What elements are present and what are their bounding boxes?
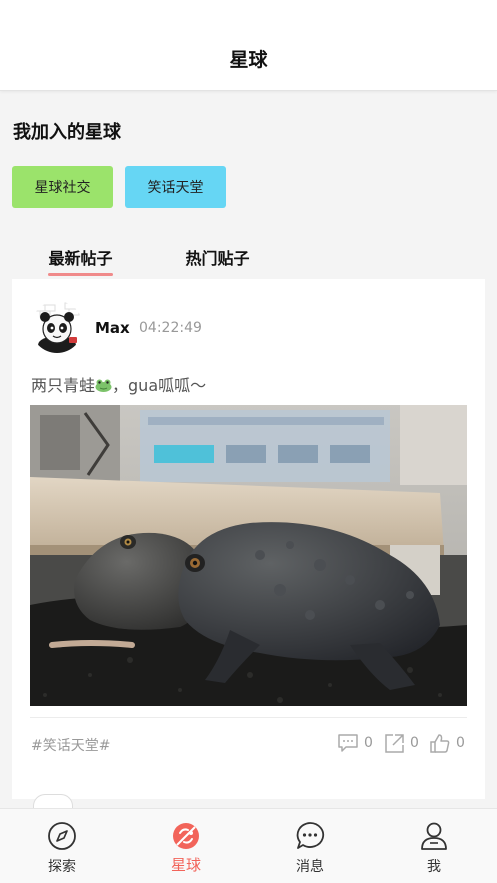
frog-emoji-icon bbox=[95, 377, 112, 392]
tab-hot-posts[interactable]: 热门贴子 bbox=[184, 245, 251, 269]
compass-icon bbox=[48, 822, 76, 850]
post-card[interactable]: Max 04:22:49 两只青蛙 ，gua呱呱～ #笑话天堂# 0 0 0 bbox=[12, 279, 485, 799]
post-text-after: ，gua呱呱～ bbox=[112, 376, 207, 395]
avatar[interactable] bbox=[31, 301, 83, 353]
post-tag[interactable]: #笑话天堂# bbox=[31, 735, 110, 755]
tab-me-label: 我 bbox=[427, 859, 441, 875]
bottom-tab-bar: 探索 星球 消息 我 bbox=[0, 808, 497, 883]
like-count: 0 bbox=[456, 735, 465, 751]
message-icon bbox=[296, 822, 325, 849]
tab-latest-posts[interactable]: 最新帖子 bbox=[48, 245, 113, 269]
comment-icon bbox=[338, 734, 358, 752]
post-divider bbox=[30, 717, 467, 718]
like-button[interactable]: 0 bbox=[429, 732, 465, 754]
tab-explore-label: 探索 bbox=[48, 859, 76, 875]
page-title: 星球 bbox=[229, 49, 268, 71]
planet-chip-jokes[interactable]: 笑话天堂 bbox=[125, 166, 226, 208]
comment-count: 0 bbox=[364, 735, 373, 751]
joined-planets-title: 我加入的星球 bbox=[13, 122, 121, 143]
share-button[interactable]: 0 bbox=[384, 732, 419, 754]
tab-messages[interactable]: 消息 bbox=[248, 809, 372, 883]
tab-planet-label: 星球 bbox=[170, 856, 201, 874]
comment-button[interactable]: 0 bbox=[337, 732, 373, 754]
post-image[interactable] bbox=[30, 405, 467, 706]
active-tab-indicator bbox=[48, 273, 113, 276]
tab-explore[interactable]: 探索 bbox=[0, 809, 124, 883]
planet-chip-social[interactable]: 星球社交 bbox=[12, 166, 113, 208]
tab-messages-label: 消息 bbox=[296, 859, 324, 875]
post-text-before: 两只青蛙 bbox=[31, 376, 96, 395]
nav-bar: 星球 bbox=[0, 0, 497, 91]
share-icon bbox=[385, 733, 404, 753]
post-time: 04:22:49 bbox=[139, 320, 202, 336]
user-icon bbox=[421, 822, 447, 850]
planet-icon bbox=[173, 823, 199, 849]
tab-planet[interactable]: 星球 bbox=[124, 809, 248, 883]
thumbs-up-icon bbox=[430, 733, 450, 753]
author-name[interactable]: Max bbox=[95, 319, 130, 337]
share-count: 0 bbox=[410, 735, 419, 751]
tab-me[interactable]: 我 bbox=[372, 809, 496, 883]
post-text: 两只青蛙 ，gua呱呱～ bbox=[31, 372, 206, 396]
